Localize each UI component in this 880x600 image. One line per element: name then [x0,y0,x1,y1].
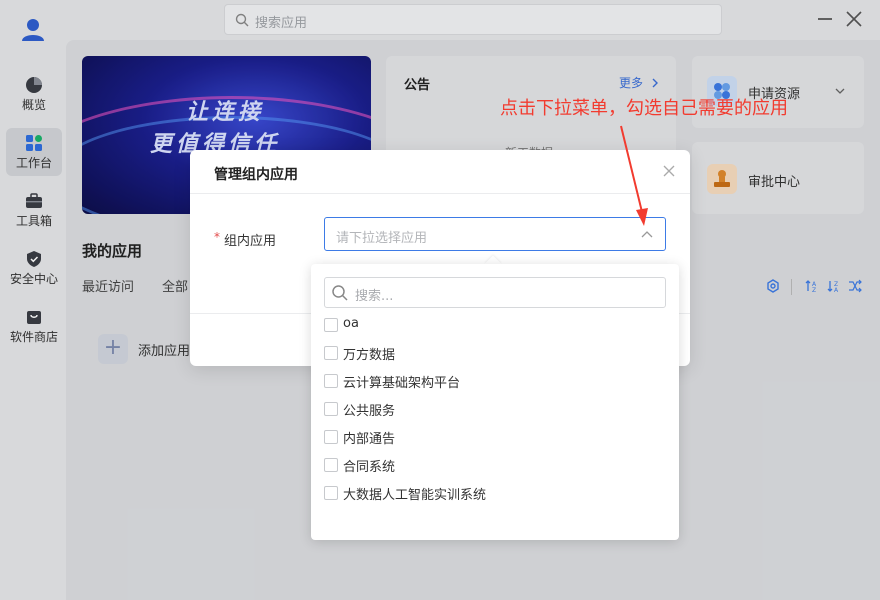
notice-title: 公告 [404,78,431,93]
svg-text:A: A [834,287,839,293]
toolbar-divider [791,279,792,295]
plus-icon: + [98,334,128,364]
banner-headline-1: 让连接 [186,100,265,125]
svg-text:Z: Z [812,287,816,293]
sort-desc-icon[interactable]: Z A [827,279,841,293]
global-search-input[interactable]: 搜索应用 [224,4,722,35]
add-app-card[interactable]: + 添加应用 [82,322,202,374]
option-checkbox[interactable] [324,430,338,444]
option-checkbox[interactable] [324,402,338,416]
option-checkbox[interactable] [324,458,338,472]
approval-stamp-icon [707,164,737,194]
grid-icon [26,135,42,151]
search-icon [332,285,348,301]
option-label: 万方数据 [343,348,396,363]
sidebar-item-label: 工作台 [15,156,52,170]
dropdown-search-placeholder: 搜索... [355,289,394,304]
search-icon [235,13,249,27]
chevron-down-icon [835,88,845,94]
dialog-header-divider [190,193,690,194]
group-apps-field-label: 组内应用 [224,234,277,249]
chevron-up-icon [641,231,653,238]
toolbox-icon [26,193,42,208]
user-avatar-icon[interactable] [20,16,46,42]
title-bar: 搜索应用 [0,0,880,42]
notice-more-label: 更多 [619,76,644,90]
settings-icon[interactable] [766,279,780,293]
option-checkbox[interactable] [324,346,338,360]
option-label: 公共服务 [343,404,396,419]
option-checkbox[interactable] [324,374,338,388]
option-label: oa [343,316,359,331]
select-placeholder: 请下拉选择应用 [336,231,428,246]
add-app-label: 添加应用 [138,344,191,359]
required-mark: * [214,230,220,244]
sidebar-item-label: 概览 [21,98,46,112]
sidebar-item-store[interactable]: 软件商店 [6,302,62,350]
group-apps-select[interactable]: 请下拉选择应用 [324,217,666,251]
sidebar-item-toolbox[interactable]: 工具箱 [6,186,62,234]
window-close-icon[interactable] [845,10,863,28]
notice-more-link[interactable]: 更多 [619,74,660,91]
option-checkbox[interactable] [324,318,338,332]
shuffle-icon[interactable] [848,279,862,293]
option-label: 合同系统 [343,460,396,475]
global-search-placeholder: 搜索应用 [255,16,308,31]
shield-icon [27,251,41,267]
tab-all[interactable]: 全部 [162,276,188,295]
close-icon[interactable] [662,164,676,178]
sidebar-item-label: 安全中心 [9,272,58,286]
option-label: 云计算基础架构平台 [343,376,461,391]
store-icon [27,311,41,324]
sidebar-item-label: 软件商店 [9,330,58,344]
tab-recent[interactable]: 最近访问 [82,276,134,295]
sidebar-item-overview[interactable]: 概览 [6,70,62,118]
pie-chart-icon [26,77,42,93]
sort-asc-icon[interactable]: A Z [805,279,819,293]
option-checkbox[interactable] [324,486,338,500]
dropdown-search-input[interactable]: 搜索... [324,277,666,308]
sidebar-item-security[interactable]: 安全中心 [6,244,62,292]
my-apps-title: 我的应用 [82,242,143,260]
annotation-text: 点击下拉菜单，勾选自己需要的应用 [500,98,788,119]
window-minimize-button[interactable] [818,18,832,20]
approval-center-label: 审批中心 [748,175,801,190]
sidebar-item-workbench[interactable]: 工作台 [6,128,62,176]
app-options-dropdown: 搜索... oa 万方数据 云计算基础架构平台 公共服务 内部通告 合同系统 大… [311,264,679,540]
dialog-title: 管理组内应用 [214,167,298,183]
option-label: 内部通告 [343,432,396,447]
option-label: 大数据人工智能实训系统 [343,488,487,503]
sidebar-item-label: 工具箱 [15,214,52,228]
chevron-right-icon [652,78,658,88]
